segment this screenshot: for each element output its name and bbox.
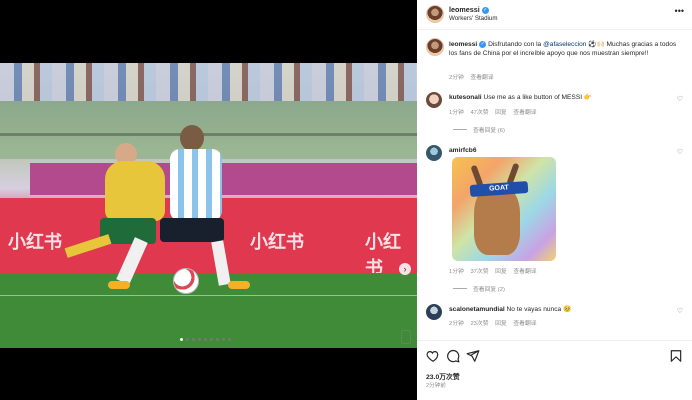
comment-username[interactable]: amirfcb6	[449, 147, 477, 154]
comment-meta: 1分钟 37次赞 回复 查看翻译	[449, 266, 542, 275]
comment-text: kutesonali Use me as a like button of ME…	[449, 93, 664, 102]
carousel-dot[interactable]	[192, 338, 195, 341]
comment-text: amirfcb6	[449, 146, 477, 155]
player-white-shirt	[170, 149, 222, 221]
heart-outline-icon[interactable]: ♡	[677, 307, 683, 315]
comment-likes[interactable]: 37次赞	[470, 269, 488, 275]
football	[173, 268, 199, 294]
share-icon[interactable]	[466, 349, 480, 363]
avatar[interactable]	[426, 5, 444, 23]
comment-body: No te vayas nunca 🥺	[506, 306, 572, 313]
translate-link[interactable]: 查看翻译	[513, 321, 536, 327]
goat-headband: GOAT	[469, 180, 529, 198]
header-username[interactable]: leomessi ✓	[449, 5, 489, 14]
mention-link[interactable]: @afaseleccion	[543, 41, 586, 48]
post-photo[interactable]: 小红书 小红书 小红书 ›	[0, 63, 417, 348]
carousel-dot[interactable]	[216, 338, 219, 341]
instagram-post-viewer: 小红书 小红书 小红书 › leomessi ✓ Workers' Stadiu…	[0, 0, 692, 400]
translate-link[interactable]: 查看翻译	[470, 75, 493, 81]
comment-time[interactable]: 2分钟	[449, 321, 464, 327]
player-white-shorts	[160, 218, 224, 242]
player-yellow-shirt	[105, 161, 165, 221]
carousel-dots	[180, 338, 231, 341]
likes-count[interactable]: 23.0万次赞	[426, 371, 460, 381]
caption-meta: 2分钟 查看翻译	[449, 72, 499, 81]
board-logo: 小红书	[250, 232, 304, 252]
watermark-icon	[401, 330, 411, 344]
caption-username[interactable]: leomessi	[449, 41, 477, 48]
boot	[108, 281, 130, 289]
reply-button[interactable]: 回复	[495, 110, 507, 116]
ad-board-top	[30, 163, 417, 195]
chevron-right-icon[interactable]: ›	[399, 263, 411, 275]
verified-badge-icon: ✓	[479, 41, 487, 48]
comment-body: Use me as a like button of MESSI 👉	[483, 94, 593, 101]
comment-avatar[interactable]	[426, 92, 442, 108]
comment-username[interactable]: scalonetamundial	[449, 306, 505, 313]
carousel-dot[interactable]	[204, 338, 207, 341]
carousel-dot[interactable]	[228, 338, 231, 341]
heart-outline-icon[interactable]: ♡	[677, 148, 683, 156]
crowd	[0, 63, 417, 101]
caption-avatar[interactable]	[426, 38, 444, 56]
caption-text: leomessi ✓ Disfrutando con la @afaselecci…	[449, 40, 681, 58]
caption-before: Disfrutando con la	[488, 41, 542, 48]
comment-meta: 1分钟 47次赞 回复 查看翻译	[449, 107, 542, 116]
verified-badge-icon: ✓	[481, 7, 489, 14]
post-header: leomessi ✓ Workers' Stadium •••	[417, 0, 692, 30]
bookmark-icon[interactable]	[669, 349, 683, 363]
view-replies-button[interactable]: 查看回复 (2)	[453, 284, 505, 293]
carousel-dot[interactable]	[180, 338, 183, 341]
username-text[interactable]: leomessi	[449, 5, 480, 14]
more-horizontal-icon[interactable]: •••	[675, 6, 684, 16]
comment-username[interactable]: kutesonali	[449, 94, 482, 101]
post-actions: 23.0万次赞 2分钟前	[417, 340, 692, 400]
reply-button[interactable]: 回复	[495, 321, 507, 327]
comment-avatar[interactable]	[426, 145, 442, 161]
translate-link[interactable]: 查看翻译	[513, 269, 536, 275]
carousel-dot[interactable]	[222, 338, 225, 341]
location-link[interactable]: Workers' Stadium	[449, 15, 498, 22]
carousel-dot[interactable]	[210, 338, 213, 341]
translate-link[interactable]: 查看翻译	[513, 110, 536, 116]
player-white-head	[180, 125, 204, 151]
comment-time[interactable]: 1分钟	[449, 110, 464, 116]
fence	[0, 133, 417, 136]
view-replies-button[interactable]: 查看回复 (6)	[453, 125, 505, 134]
heart-outline-icon[interactable]: ♡	[677, 95, 683, 103]
comment-text: scalonetamundial No te vayas nunca 🥺	[449, 305, 664, 314]
comment-meta: 2分钟 23次赞 回复 查看翻译	[449, 318, 542, 327]
comment-image[interactable]: GOAT	[452, 157, 556, 261]
comment-likes[interactable]: 23次赞	[470, 321, 488, 327]
pitch	[0, 273, 417, 348]
heart-outline-icon[interactable]	[426, 349, 440, 363]
carousel-dot[interactable]	[186, 338, 189, 341]
comment-avatar[interactable]	[426, 304, 442, 320]
board-logo: 小红书	[8, 232, 62, 252]
caption-time[interactable]: 2分钟	[449, 75, 464, 81]
comment-likes[interactable]: 47次赞	[470, 110, 488, 116]
boot	[228, 281, 250, 289]
posted-time[interactable]: 2分钟前	[426, 381, 446, 389]
reply-button[interactable]: 回复	[495, 269, 507, 275]
media-panel: 小红书 小红书 小红书 ›	[0, 0, 417, 400]
comment-time[interactable]: 1分钟	[449, 269, 464, 275]
comment-icon[interactable]	[446, 349, 460, 363]
carousel-dot[interactable]	[198, 338, 201, 341]
post-side-panel: leomessi ✓ Workers' Stadium ••• leomessi ✓…	[417, 0, 692, 400]
